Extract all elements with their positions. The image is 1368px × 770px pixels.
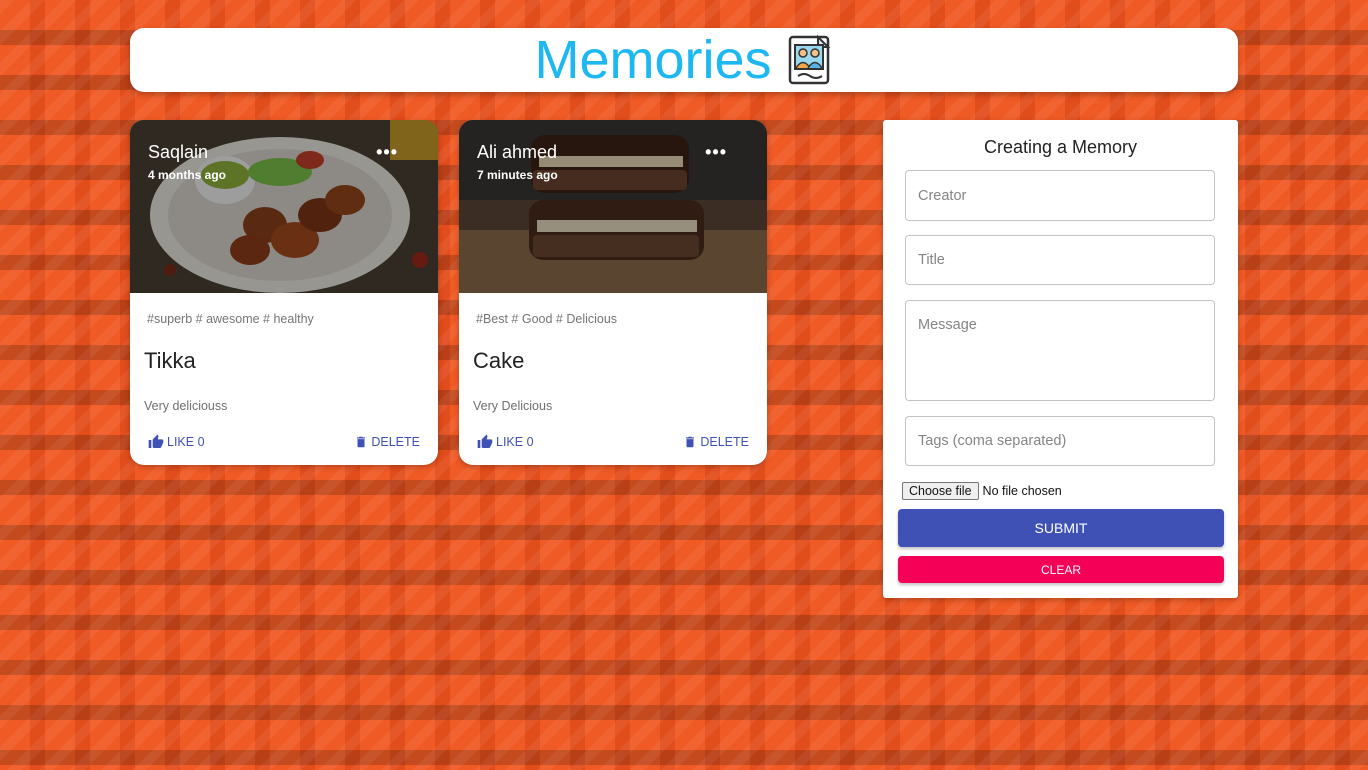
card-message: Very deliciouss bbox=[144, 399, 228, 413]
message-input[interactable] bbox=[906, 301, 1214, 400]
card-creator: Ali ahmed bbox=[477, 142, 558, 162]
thumb-up-icon bbox=[477, 434, 493, 448]
app-title: Memories bbox=[534, 30, 772, 90]
delete-label: DELETE bbox=[371, 435, 420, 449]
photo-memories-icon bbox=[788, 34, 830, 85]
like-button[interactable]: LIKE 0 bbox=[148, 434, 205, 450]
file-picker: Choose file No file chosen bbox=[902, 482, 1062, 500]
card-actions: LIKE 0 DELETE bbox=[148, 434, 420, 450]
form-title: Creating a Memory bbox=[983, 137, 1138, 157]
delete-label: DELETE bbox=[700, 435, 749, 449]
card-time: 4 months ago bbox=[148, 168, 227, 182]
file-status: No file chosen bbox=[982, 484, 1062, 498]
more-options-icon[interactable]: ••• bbox=[376, 142, 398, 163]
more-options-icon[interactable]: ••• bbox=[705, 142, 727, 163]
tags-field bbox=[905, 416, 1215, 466]
app-bar: Memories bbox=[130, 28, 1238, 92]
submit-button[interactable]: SUBMIT bbox=[898, 509, 1224, 547]
trash-icon bbox=[686, 436, 695, 448]
memory-card: Ali ahmed 7 minutes ago ••• #Best # Good… bbox=[459, 120, 767, 465]
creator-input[interactable] bbox=[906, 171, 1214, 220]
message-field bbox=[905, 300, 1215, 401]
like-label: LIKE 0 bbox=[496, 435, 534, 449]
card-time: 7 minutes ago bbox=[477, 168, 558, 182]
choose-file-button[interactable]: Choose file bbox=[902, 482, 979, 500]
creator-field bbox=[905, 170, 1215, 221]
tags-input[interactable] bbox=[906, 417, 1214, 465]
card-image: Ali ahmed 7 minutes ago ••• bbox=[459, 120, 767, 293]
card-tags: #Best # Good # Delicious bbox=[476, 312, 618, 326]
card-actions: LIKE 0 DELETE bbox=[477, 434, 749, 450]
card-creator: Saqlain bbox=[148, 142, 209, 162]
thumb-up-icon bbox=[148, 434, 164, 448]
card-tags: #superb # awesome # healthy bbox=[147, 312, 314, 326]
card-message: Very Delicious bbox=[473, 399, 553, 413]
card-title: Tikka bbox=[144, 348, 196, 373]
title-field bbox=[905, 235, 1215, 285]
like-button[interactable]: LIKE 0 bbox=[477, 434, 534, 450]
like-label: LIKE 0 bbox=[167, 435, 205, 449]
trash-icon bbox=[357, 436, 366, 448]
title-input[interactable] bbox=[906, 236, 1214, 284]
delete-button[interactable]: DELETE bbox=[683, 434, 749, 450]
card-image: Saqlain 4 months ago ••• bbox=[130, 120, 438, 293]
card-title: Cake bbox=[473, 348, 525, 373]
delete-button[interactable]: DELETE bbox=[354, 434, 420, 450]
create-memory-form: Creating a Memory Choose file No file ch… bbox=[883, 120, 1238, 598]
clear-button[interactable]: CLEAR bbox=[898, 556, 1224, 583]
memory-card: Saqlain 4 months ago ••• #superb # aweso… bbox=[130, 120, 438, 465]
